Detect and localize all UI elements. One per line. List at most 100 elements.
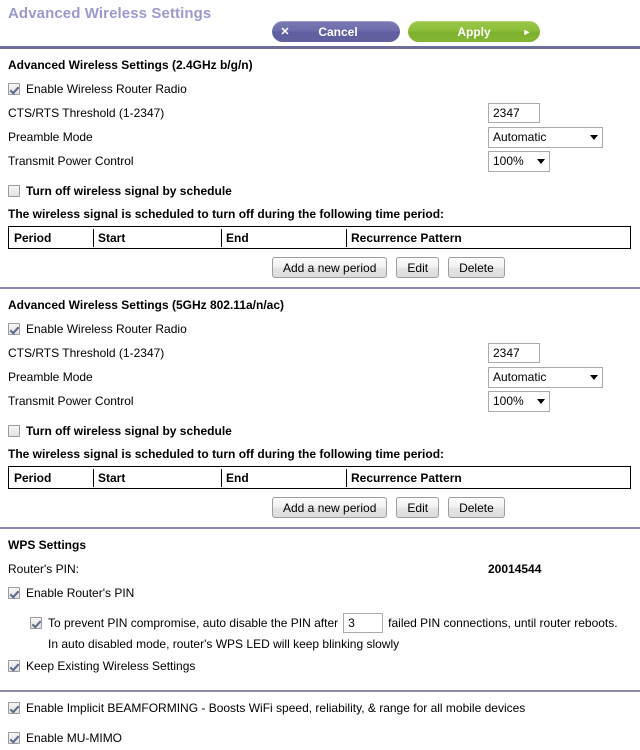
section-wireless-5ghz: Advanced Wireless Settings (5GHz 802.11a… <box>0 298 640 518</box>
edit-period-button-5[interactable]: Edit <box>396 497 440 518</box>
section-features: Enable Implicit BEAMFORMING - Boosts WiF… <box>0 692 640 750</box>
mu-mimo-checkbox[interactable] <box>8 732 20 744</box>
row-keep-existing-settings[interactable]: Keep Existing Wireless Settings <box>8 656 632 676</box>
auto-disable-pin-text-post: failed PIN connections, until router reb… <box>388 616 618 630</box>
row-threshold-5: CTS/RTS Threshold (1-2347) <box>8 343 632 363</box>
preamble-label-5: Preamble Mode <box>8 370 93 384</box>
power-select-24[interactable]: 100% <box>488 150 550 172</box>
enable-router-pin-checkbox[interactable] <box>8 587 20 599</box>
page-header: Advanced Wireless Settings ✕ Cancel Appl… <box>0 0 640 46</box>
table-header-recurrence-24: Recurrence Pattern <box>351 231 462 245</box>
delete-period-button-24[interactable]: Delete <box>448 257 505 278</box>
enable-radio-checkbox-24[interactable] <box>8 83 20 95</box>
schedule-off-label-5: Turn off wireless signal by schedule <box>26 424 232 438</box>
schedule-table-24: Period Start End Recurrence Pattern <box>10 229 629 247</box>
keep-existing-settings-checkbox[interactable] <box>8 660 20 672</box>
close-icon: ✕ <box>280 26 290 38</box>
row-power-5: Transmit Power Control 100% <box>8 390 632 412</box>
schedule-buttons-5: Add a new period Edit Delete <box>8 497 632 518</box>
threshold-label-24: CTS/RTS Threshold (1-2347) <box>8 106 165 120</box>
table-header-start-24: Start <box>94 229 222 247</box>
section-wps: WPS Settings Router's PIN: 20014544 Enab… <box>0 538 640 690</box>
cancel-button-label: Cancel <box>318 24 358 39</box>
section-divider-1 <box>0 287 640 289</box>
delete-period-button-5[interactable]: Delete <box>448 497 505 518</box>
row-threshold-24: CTS/RTS Threshold (1-2347) <box>8 103 632 123</box>
schedule-off-checkbox-24[interactable] <box>8 185 20 197</box>
advanced-wireless-settings-page: Advanced Wireless Settings ✕ Cancel Appl… <box>0 0 640 750</box>
row-router-pin: Router's PIN: 20014544 <box>8 559 632 579</box>
schedule-note-5: The wireless signal is scheduled to turn… <box>8 447 445 461</box>
preamble-select-value-24: Automatic <box>493 130 547 144</box>
row-implicit-beamforming[interactable]: Enable Implicit BEAMFORMING - Boosts WiF… <box>8 698 632 718</box>
section-title-5ghz: Advanced Wireless Settings (5GHz 802.11a… <box>8 298 285 312</box>
router-pin-label: Router's PIN: <box>8 562 79 576</box>
table-header-period-24: Period <box>10 229 94 247</box>
table-header-period-5: Period <box>10 469 94 487</box>
table-header-end-5: End <box>222 469 347 487</box>
arrow-right-icon: ► <box>522 26 532 37</box>
table-header-row: Period Start End Recurrence Pattern <box>10 469 629 487</box>
section-title-wps: WPS Settings <box>8 538 87 552</box>
section-divider-2 <box>0 527 640 529</box>
mu-mimo-label: Enable MU-MIMO <box>26 731 123 745</box>
row-auto-disable-pin: To prevent PIN compromise, auto disable … <box>30 613 632 633</box>
row-enable-radio-5[interactable]: Enable Wireless Router Radio <box>8 319 632 339</box>
row-schedule-off-5[interactable]: Turn off wireless signal by schedule <box>8 421 632 441</box>
row-preamble-24: Preamble Mode Automatic <box>8 126 632 148</box>
enable-radio-checkbox-5[interactable] <box>8 323 20 335</box>
preamble-select-24[interactable]: Automatic <box>488 126 603 148</box>
auto-disable-pin-checkbox[interactable] <box>30 617 42 629</box>
threshold-input-5[interactable] <box>488 343 540 363</box>
auto-disable-attempts-input[interactable] <box>343 613 384 633</box>
preamble-control-24: Automatic <box>488 126 603 148</box>
threshold-input-24[interactable] <box>488 103 540 123</box>
row-enable-router-pin[interactable]: Enable Router's PIN <box>8 583 632 603</box>
schedule-off-checkbox-5[interactable] <box>8 425 20 437</box>
power-select-value-24: 100% <box>493 154 524 168</box>
section-title-24ghz: Advanced Wireless Settings (2.4GHz b/g/n… <box>8 58 253 72</box>
table-header-start-5: Start <box>94 469 222 487</box>
enable-radio-label-5: Enable Wireless Router Radio <box>26 322 187 336</box>
chevron-down-icon <box>590 134 598 140</box>
threshold-label-5: CTS/RTS Threshold (1-2347) <box>8 346 165 360</box>
cancel-button[interactable]: ✕ Cancel <box>272 21 400 42</box>
row-mu-mimo[interactable]: Enable MU-MIMO <box>8 728 632 748</box>
preamble-control-5: Automatic <box>488 366 603 388</box>
schedule-table-wrapper-24: Period Start End Recurrence Pattern <box>8 226 631 249</box>
enable-radio-label-24: Enable Wireless Router Radio <box>26 82 187 96</box>
preamble-select-value-5: Automatic <box>493 370 547 384</box>
router-pin-value: 20014544 <box>488 562 542 576</box>
row-power-24: Transmit Power Control 100% <box>8 150 632 172</box>
add-period-button-24[interactable]: Add a new period <box>272 257 388 278</box>
header-divider <box>0 46 640 49</box>
row-enable-radio-24[interactable]: Enable Wireless Router Radio <box>8 79 632 99</box>
chevron-down-icon <box>537 158 545 164</box>
apply-button[interactable]: Apply ► <box>408 21 540 42</box>
row-preamble-5: Preamble Mode Automatic <box>8 366 632 388</box>
table-header-row: Period Start End Recurrence Pattern <box>10 229 629 247</box>
table-header-end-24: End <box>222 229 347 247</box>
threshold-control-24 <box>488 103 540 123</box>
power-control-5: 100% <box>488 390 550 412</box>
add-period-button-5[interactable]: Add a new period <box>272 497 388 518</box>
schedule-table-wrapper-5: Period Start End Recurrence Pattern <box>8 466 631 489</box>
preamble-select-5[interactable]: Automatic <box>488 366 603 388</box>
schedule-table-5: Period Start End Recurrence Pattern <box>10 469 629 487</box>
apply-button-label: Apply <box>457 24 491 39</box>
power-select-5[interactable]: 100% <box>488 390 550 412</box>
auto-disable-note: In auto disabled mode, router's WPS LED … <box>48 637 400 651</box>
implicit-beamforming-label: Enable Implicit BEAMFORMING - Boosts WiF… <box>26 701 526 715</box>
implicit-beamforming-checkbox[interactable] <box>8 702 20 714</box>
row-schedule-off-24[interactable]: Turn off wireless signal by schedule <box>8 181 632 201</box>
schedule-note-24: The wireless signal is scheduled to turn… <box>8 207 445 221</box>
chevron-down-icon <box>537 398 545 404</box>
edit-period-button-24[interactable]: Edit <box>396 257 440 278</box>
preamble-label-24: Preamble Mode <box>8 130 93 144</box>
power-select-value-5: 100% <box>493 394 524 408</box>
schedule-off-label-24: Turn off wireless signal by schedule <box>26 184 232 198</box>
enable-router-pin-label: Enable Router's PIN <box>26 586 135 600</box>
auto-disable-pin-text-pre: To prevent PIN compromise, auto disable … <box>48 616 339 630</box>
schedule-buttons-24: Add a new period Edit Delete <box>8 257 632 278</box>
